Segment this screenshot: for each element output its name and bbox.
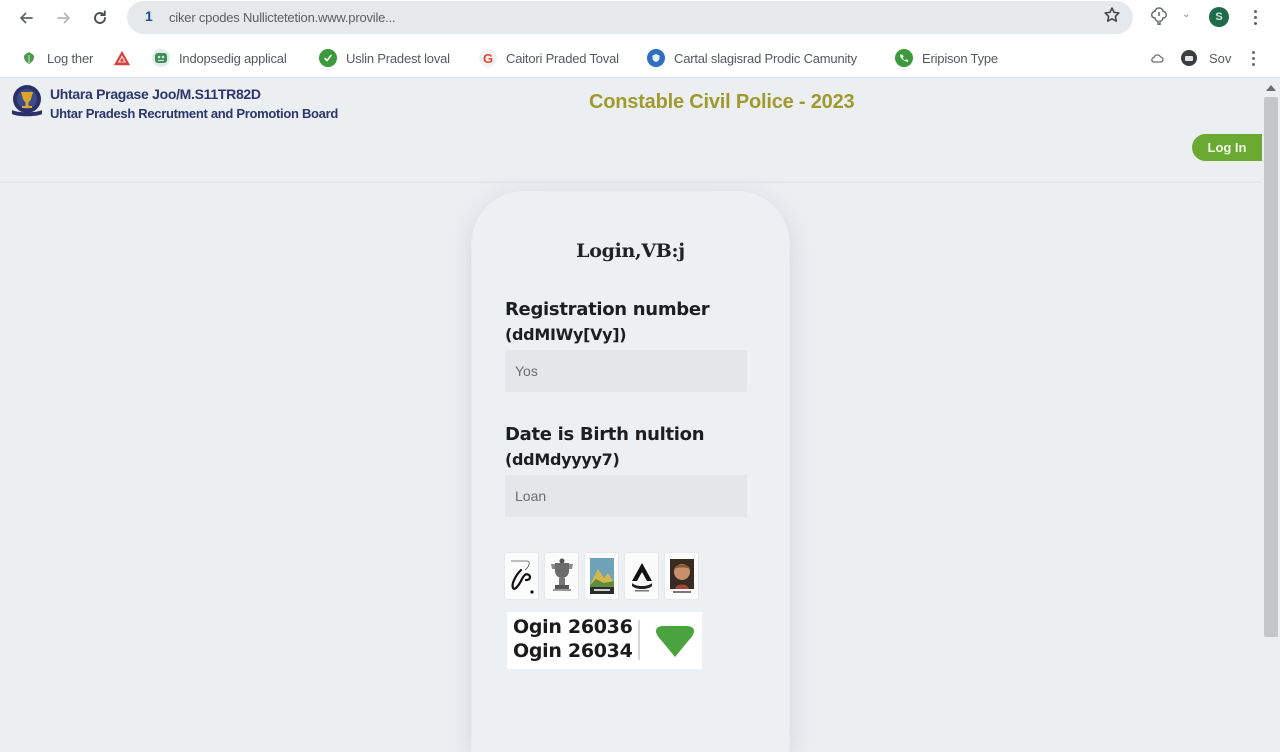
login-card: Login,VB:j Registration number (ddMIWy[V… [472, 192, 789, 752]
bookmark-label: Eripison Type [922, 50, 998, 66]
warning-triangle-icon [113, 49, 131, 67]
date-of-birth-input[interactable] [505, 475, 747, 517]
bookmark-label: Cartal slagisrad Prodic Camunity [674, 50, 857, 66]
bookmark-label: Sov [1209, 50, 1232, 66]
green-leaf-icon [20, 49, 38, 67]
registration-number-input[interactable] [505, 350, 747, 392]
green-check-icon [319, 49, 337, 67]
bookmark-label: Log ther [47, 50, 94, 66]
captcha-divider [638, 620, 640, 660]
captcha-image[interactable] [625, 553, 658, 599]
captcha-image[interactable] [585, 553, 618, 599]
site-info-icon[interactable]: 1 [145, 8, 153, 24]
bookmark-item[interactable] [113, 48, 131, 68]
captcha-code: Ogin 26034 [513, 640, 633, 662]
page-content: Uhtara Pragase Joo/M.S11TR82D Uhtar Prad… [0, 79, 1262, 752]
bookmark-star-button[interactable] [1103, 6, 1121, 29]
captcha-image-row [505, 553, 698, 599]
browser-menu-button[interactable] [1248, 6, 1262, 28]
dob-format-hint: (ddMdyyyy7) [505, 450, 620, 469]
url-text[interactable]: ciker cpodes Nullictetetion.www.provile.… [169, 10, 396, 25]
page-scrollbar[interactable] [1262, 79, 1280, 720]
kebab-menu-icon [1253, 9, 1257, 13]
bookmark-item[interactable]: Log ther [20, 48, 93, 68]
header-login-button[interactable]: Log In [1192, 134, 1262, 161]
arrow-left-icon [20, 12, 33, 24]
bookmark-item[interactable]: Eripison Type [895, 48, 998, 68]
scroll-up-arrow-icon[interactable] [1266, 85, 1276, 91]
other-bookmarks-button[interactable] [1150, 48, 1164, 68]
captcha-image[interactable] [545, 553, 578, 599]
green-heart-icon[interactable] [654, 625, 696, 659]
registration-format-hint: (ddMIWy[Vy]) [505, 325, 627, 344]
hand-drawn-symbol-icon [510, 560, 534, 594]
chevron-down-icon[interactable]: ⌄ [1182, 9, 1190, 20]
dob-label-text: Date is Birth nultion [505, 424, 705, 445]
address-bar[interactable]: 1 ciker cpodes Nullictetetion.www.provil… [127, 1, 1133, 34]
green-app-icon [152, 49, 170, 67]
mountain-logo-icon [631, 563, 652, 592]
captcha-image[interactable] [505, 553, 538, 599]
reload-icon [94, 10, 106, 24]
arrow-right-icon [57, 12, 70, 24]
login-card-title: Login,VB:j [576, 240, 685, 262]
header-divider [0, 181, 1262, 183]
bookmark-item[interactable]: Cartal slagisrad Prodic Camunity [647, 48, 857, 68]
page-title: Constable Civil Police - 2023 [589, 91, 855, 113]
bookmark-label: Indopsedig applical [179, 50, 287, 66]
dob-label: Date is Birth nultion (ddMdyyyy7) [505, 422, 705, 472]
bookmark-item[interactable]: Uslin Pradest loval [319, 48, 450, 68]
blue-shield-icon [647, 49, 665, 67]
kebab-menu-icon [1252, 50, 1255, 66]
bookmarks-bar: Log ther Indopsedig applical Uslin Prade… [0, 36, 1280, 78]
captcha-code: Ogin 26036 [513, 616, 633, 638]
profile-avatar[interactable]: S [1209, 7, 1229, 27]
kebab-dot [1253, 21, 1257, 25]
cloud-icon [1151, 54, 1164, 63]
green-phone-icon [895, 49, 913, 67]
google-icon: G [479, 49, 497, 67]
bookmark-item[interactable]: Indopsedig applical [152, 48, 287, 68]
captcha-image[interactable] [665, 553, 698, 599]
bookmarks-menu-button[interactable] [1252, 48, 1255, 68]
bookmark-label: Uslin Pradest loval [346, 50, 450, 66]
captcha-code-box: Ogin 26036 Ogin 26034 [507, 612, 702, 669]
portrait-icon [669, 559, 694, 593]
back-button[interactable] [14, 6, 38, 30]
registration-label-text: Registration number [505, 299, 710, 320]
board-emblem-logo [12, 85, 42, 117]
org-code: Uhtara Pragase Joo/M.S11TR82D [50, 86, 261, 102]
scrollbar-thumb[interactable] [1264, 97, 1278, 637]
reload-button[interactable] [88, 6, 112, 30]
kebab-dot [1253, 15, 1257, 19]
bookmark-label: Caitori Praded Toval [506, 50, 619, 66]
bookmark-item[interactable]: G Caitori Praded Toval [479, 48, 619, 68]
star-icon [1104, 7, 1120, 22]
org-name: Uhtar Pradesh Recrutment and Promotion B… [50, 106, 339, 121]
extension-icon [1150, 7, 1168, 25]
browser-toolbar: 1 ciker cpodes Nullictetetion.www.provil… [0, 0, 1280, 36]
forward-button[interactable] [52, 6, 76, 30]
circle-logo-icon [1181, 50, 1197, 66]
registration-label: Registration number (ddMIWy[Vy]) [505, 297, 710, 347]
landscape-card-icon [589, 558, 614, 594]
trophy-statue-icon [550, 558, 573, 591]
extension-button[interactable] [1148, 5, 1170, 27]
reading-list-button[interactable]: Sov [1181, 48, 1231, 68]
